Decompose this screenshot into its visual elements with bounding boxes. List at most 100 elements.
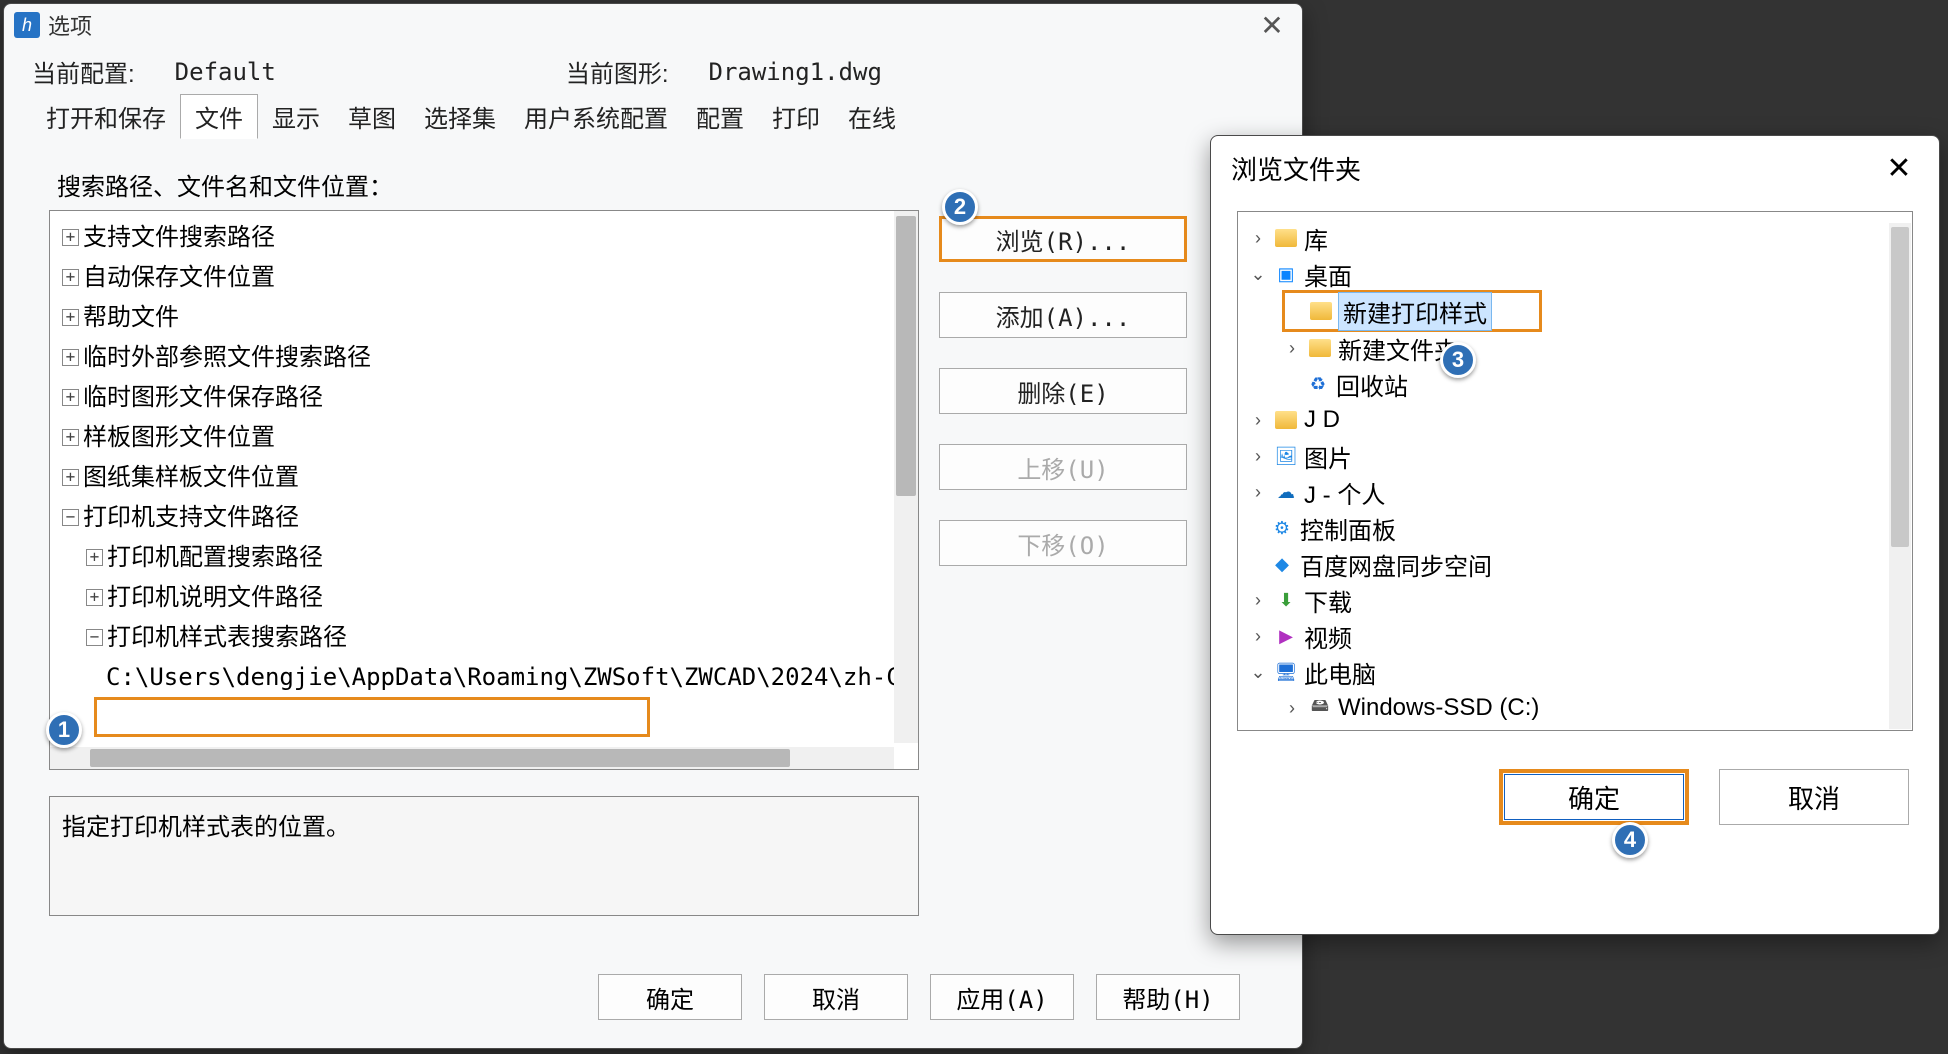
tree-empty-row[interactable] xyxy=(52,697,916,737)
tab-display[interactable]: 显示 xyxy=(258,95,334,138)
folder-icon xyxy=(1308,338,1332,358)
chevron-down-icon[interactable]: ⌄ xyxy=(1248,264,1268,285)
new-path-input[interactable] xyxy=(94,697,650,737)
close-icon[interactable]: ✕ xyxy=(1252,9,1292,41)
folder-item-video[interactable]: › ▶ 视频 xyxy=(1242,618,1908,654)
description-panel: 指定打印机样式表的位置。 xyxy=(49,796,919,916)
browse-ok-button[interactable]: 确定 xyxy=(1499,769,1689,825)
tab-selection[interactable]: 选择集 xyxy=(410,95,510,138)
chevron-right-icon[interactable]: › xyxy=(1248,590,1268,611)
chevron-right-icon[interactable]: › xyxy=(1248,626,1268,647)
profile-value: Default xyxy=(175,58,276,86)
chevron-down-icon[interactable]: ⌄ xyxy=(1248,662,1268,683)
tree-item-xref[interactable]: +临时外部参照文件搜索路径 xyxy=(52,337,916,377)
tab-file[interactable]: 文件 xyxy=(180,94,258,139)
tree-path-value[interactable]: C:\Users\dengjie\AppData\Roaming\ZWSoft\… xyxy=(52,657,916,697)
expander-icon[interactable]: − xyxy=(62,509,79,526)
ok-button[interactable]: 确定 xyxy=(598,974,742,1020)
tree-item-template[interactable]: +样板图形文件位置 xyxy=(52,417,916,457)
annotation-badge-4: 4 xyxy=(1612,822,1648,858)
horizontal-scrollbar[interactable] xyxy=(50,747,894,769)
tab-user-system[interactable]: 用户系统配置 xyxy=(510,95,682,138)
browse-cancel-button[interactable]: 取消 xyxy=(1719,769,1909,825)
computer-icon: 🖥 xyxy=(1274,662,1298,682)
folder-icon xyxy=(1309,301,1333,321)
description-text: 指定打印机样式表的位置。 xyxy=(62,814,350,841)
tree-item-support[interactable]: +支持文件搜索路径 xyxy=(52,217,916,257)
drawing-value: Drawing1.dwg xyxy=(709,58,882,86)
meta-row: 当前配置: Default 当前图形: Drawing1.dwg xyxy=(4,46,1302,93)
move-down-button: 下移(O) xyxy=(939,520,1187,566)
expander-icon[interactable]: + xyxy=(86,549,103,566)
help-button[interactable]: 帮助(H) xyxy=(1096,974,1240,1020)
chevron-right-icon[interactable]: › xyxy=(1248,410,1268,431)
chevron-right-icon[interactable]: › xyxy=(1282,698,1302,719)
scrollbar-thumb[interactable] xyxy=(896,216,916,496)
chevron-right-icon[interactable]: › xyxy=(1248,482,1268,503)
folder-item-download[interactable]: › ⬇ 下载 xyxy=(1242,582,1908,618)
section-title: 搜索路径、文件名和文件位置： xyxy=(57,167,1282,202)
folder-item-recycle[interactable]: ♻ 回收站 xyxy=(1242,366,1908,402)
tab-bar: 打开和保存 文件 显示 草图 选择集 用户系统配置 配置 打印 在线 xyxy=(4,93,1302,139)
expander-icon[interactable]: + xyxy=(62,309,79,326)
expander-icon[interactable]: + xyxy=(86,589,103,606)
folder-item-personal[interactable]: › ☁ J - 个人 xyxy=(1242,474,1908,510)
download-icon: ⬇ xyxy=(1274,590,1298,610)
tree-item-printer-cfg[interactable]: +打印机配置搜索路径 xyxy=(52,537,916,577)
delete-button[interactable]: 删除(E) xyxy=(939,368,1187,414)
expander-icon[interactable]: + xyxy=(62,229,79,246)
tab-open-save[interactable]: 打开和保存 xyxy=(32,95,180,138)
folder-item-control-panel[interactable]: ⚙ 控制面板 xyxy=(1242,510,1908,546)
recycle-icon: ♻ xyxy=(1306,374,1330,394)
move-up-button: 上移(U) xyxy=(939,444,1187,490)
folder-item-library[interactable]: › 库 xyxy=(1242,220,1908,256)
video-icon: ▶ xyxy=(1274,626,1298,646)
apply-button[interactable]: 应用(A) xyxy=(930,974,1074,1020)
tree-item-sheet[interactable]: +图纸集样板文件位置 xyxy=(52,457,916,497)
scrollbar-thumb[interactable] xyxy=(1891,227,1909,547)
expander-icon[interactable]: + xyxy=(62,349,79,366)
scrollbar-thumb[interactable] xyxy=(90,749,790,767)
folder-icon xyxy=(1274,410,1298,430)
vertical-scrollbar[interactable] xyxy=(894,211,918,743)
folder-item-jd[interactable]: › J D xyxy=(1242,402,1908,438)
expander-icon[interactable]: − xyxy=(86,629,103,646)
tree-item-temp-draw[interactable]: +临时图形文件保存路径 xyxy=(52,377,916,417)
close-icon[interactable]: ✕ xyxy=(1879,153,1919,185)
folder-item-this-pc[interactable]: ⌄ 🖥 此电脑 xyxy=(1242,654,1908,690)
browse-title: 浏览文件夹 xyxy=(1231,150,1361,187)
tree-item-help[interactable]: +帮助文件 xyxy=(52,297,916,337)
browse-folder-dialog: 浏览文件夹 ✕ › 库 ⌄ ▣ 桌面 新建打印样式 › 新建文件夹 ♻ 回收站 xyxy=(1210,135,1940,935)
path-tree-panel[interactable]: +支持文件搜索路径 +自动保存文件位置 +帮助文件 +临时外部参照文件搜索路径 … xyxy=(49,210,919,770)
chevron-right-icon[interactable]: › xyxy=(1248,446,1268,467)
folder-item-new-print-style[interactable]: 新建打印样式 xyxy=(1285,293,1539,329)
tree-item-printer-desc[interactable]: +打印机说明文件路径 xyxy=(52,577,916,617)
tree-item-autosave[interactable]: +自动保存文件位置 xyxy=(52,257,916,297)
cloud-icon: ☁ xyxy=(1274,482,1298,502)
chevron-right-icon[interactable]: › xyxy=(1248,228,1268,249)
chevron-right-icon[interactable]: › xyxy=(1282,338,1302,359)
tree-item-printer[interactable]: −打印机支持文件路径 xyxy=(52,497,916,537)
folder-tree[interactable]: › 库 ⌄ ▣ 桌面 新建打印样式 › 新建文件夹 ♻ 回收站 › J D xyxy=(1237,211,1913,731)
folder-item-baidu[interactable]: ◆ 百度网盘同步空间 xyxy=(1242,546,1908,582)
app-icon: h xyxy=(14,12,40,38)
dialog-title: 选项 xyxy=(48,9,92,41)
expander-icon[interactable]: + xyxy=(62,429,79,446)
tab-sketch[interactable]: 草图 xyxy=(334,95,410,138)
add-button[interactable]: 添加(A)... xyxy=(939,292,1187,338)
cancel-button[interactable]: 取消 xyxy=(764,974,908,1020)
browse-button[interactable]: 浏览(R)... xyxy=(939,216,1187,262)
expander-icon[interactable]: + xyxy=(62,469,79,486)
vertical-scrollbar[interactable] xyxy=(1889,223,1911,729)
folder-item-images[interactable]: › 🖼 图片 xyxy=(1242,438,1908,474)
bottom-buttons: 确定 取消 应用(A) 帮助(H) xyxy=(536,956,1302,1038)
tab-print[interactable]: 打印 xyxy=(758,95,834,138)
folder-item-windows-ssd[interactable]: › 🖴 Windows-SSD (C:) xyxy=(1242,690,1908,726)
folder-item-desktop[interactable]: ⌄ ▣ 桌面 xyxy=(1242,256,1908,292)
folder-item-new-folder[interactable]: › 新建文件夹 xyxy=(1242,330,1908,366)
tree-item-printer-style[interactable]: −打印机样式表搜索路径 xyxy=(52,617,916,657)
expander-icon[interactable]: + xyxy=(62,389,79,406)
tab-online[interactable]: 在线 xyxy=(834,95,910,138)
tab-config[interactable]: 配置 xyxy=(682,95,758,138)
expander-icon[interactable]: + xyxy=(62,269,79,286)
